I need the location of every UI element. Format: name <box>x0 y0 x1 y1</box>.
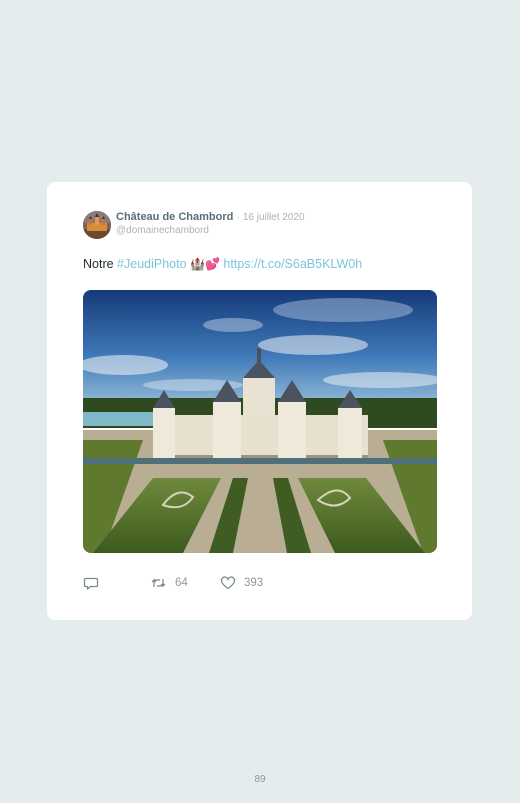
retweet-count: 64 <box>175 577 188 589</box>
tweet-actions: 64 393 <box>83 575 443 591</box>
avatar[interactable] <box>83 211 111 239</box>
reply-icon <box>83 577 99 590</box>
page-number: 89 <box>254 774 266 785</box>
author-name[interactable]: Château de Chambord <box>116 211 233 223</box>
tweet-text-prefix: Notre <box>83 257 118 271</box>
header-separator: · <box>236 212 240 223</box>
retweet-action[interactable]: 64 <box>150 575 188 591</box>
retweet-icon <box>151 579 166 587</box>
tweet-url-link[interactable]: https://t.co/S6aB5KLW0h <box>223 257 362 271</box>
tweet-media[interactable] <box>83 290 437 553</box>
chateau-photo <box>83 290 437 553</box>
tweet-text: Notre #JeudiPhoto 🏰💕 https://t.co/S6aB5K… <box>83 257 362 271</box>
like-count: 393 <box>244 577 264 589</box>
tweet-card: Château de Chambord · 16 juillet 2020 @d… <box>47 182 472 620</box>
author-handle[interactable]: @domainechambord <box>116 225 209 236</box>
like-action[interactable]: 393 <box>220 575 263 591</box>
reply-action[interactable] <box>83 575 107 591</box>
author-line: Château de Chambord · 16 juillet 2020 <box>116 211 305 223</box>
hashtag-link[interactable]: #JeudiPhoto <box>117 257 187 271</box>
castle-avatar-icon <box>83 211 111 239</box>
tweet-date[interactable]: 16 juillet 2020 <box>243 212 305 223</box>
heart-icon <box>220 576 236 590</box>
tweet-emoji: 🏰💕 <box>190 257 220 271</box>
